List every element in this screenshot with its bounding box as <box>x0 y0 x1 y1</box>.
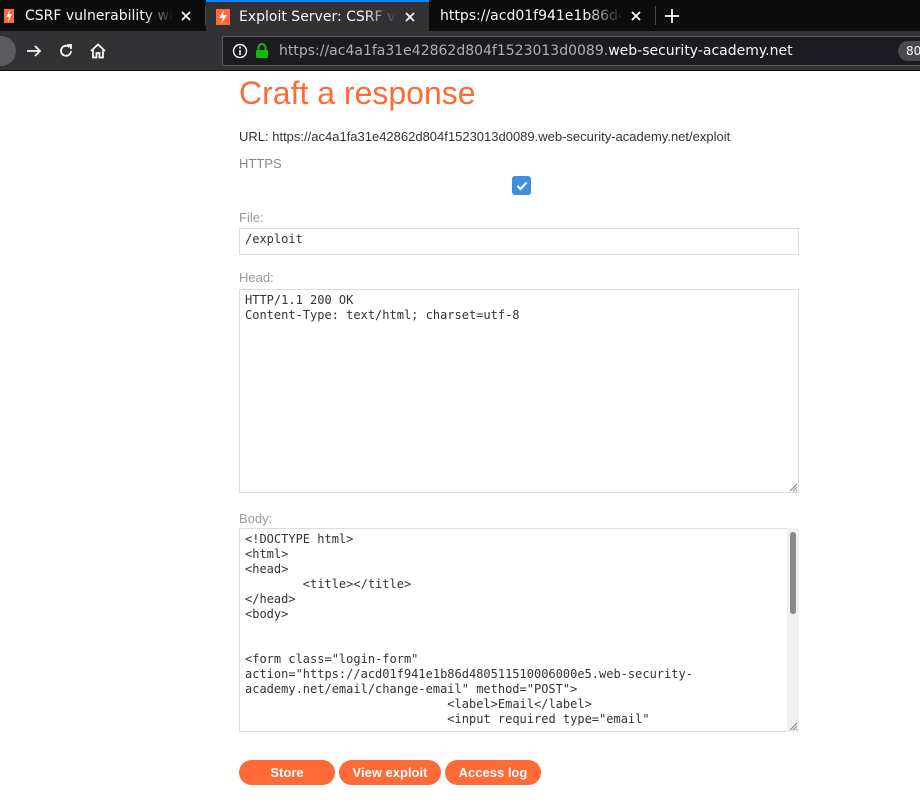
access-log-button[interactable]: Access log <box>445 760 541 785</box>
checkmark-icon <box>516 181 527 191</box>
body-scrollbar[interactable] <box>787 528 799 732</box>
plus-icon <box>665 8 679 23</box>
home-button[interactable] <box>84 37 112 65</box>
lab-favicon-icon <box>2 8 16 24</box>
forward-arrow-icon <box>27 45 42 57</box>
resize-grip-icon[interactable] <box>788 721 798 731</box>
home-icon <box>90 43 106 59</box>
tab-exploit-server[interactable]: Exploit Server: CSRF vulnerability with … <box>206 0 429 31</box>
resize-grip-icon[interactable] <box>788 482 798 492</box>
store-button[interactable]: Store <box>239 760 335 785</box>
tab-title: Exploit Server: CSRF vulnerability with … <box>239 8 397 25</box>
tab-lab-site[interactable]: https://acd01f941e1b86d480511510006000e5 <box>430 0 655 31</box>
info-icon[interactable] <box>231 43 249 59</box>
head-textarea-wrap: HTTP/1.1 200 OK Content-Type: text/html;… <box>239 289 799 493</box>
tab-bar: CSRF vulnerability with no defenses Expl… <box>0 0 920 31</box>
tab-title: https://acd01f941e1b86d480511510006000e5 <box>440 7 623 24</box>
reload-button[interactable] <box>52 37 80 65</box>
back-button[interactable] <box>0 36 16 66</box>
new-tab-button[interactable] <box>657 0 687 31</box>
scrollbar-thumb[interactable] <box>790 532 796 614</box>
body-textarea[interactable]: <!DOCTYPE html> <html> <head> <title></t… <box>239 528 799 732</box>
lab-favicon-icon <box>216 8 230 25</box>
url-text: https://ac4a1fa31e42862d804f1523013d0089… <box>279 43 793 59</box>
file-label: File: <box>239 210 264 225</box>
head-label: Head: <box>239 270 274 285</box>
body-label: Body: <box>239 511 273 526</box>
page-content: Craft a response URL: https://ac4a1fa31e… <box>0 72 920 812</box>
reload-icon <box>60 44 72 57</box>
body-textarea-wrap: <!DOCTYPE html> <html> <head> <title></t… <box>239 528 799 732</box>
lock-icon <box>256 43 268 58</box>
head-textarea[interactable]: HTTP/1.1 200 OK Content-Type: text/html;… <box>239 289 799 493</box>
tab-csrf-lab[interactable]: CSRF vulnerability with no defenses <box>0 0 205 31</box>
page-title: Craft a response <box>239 75 476 111</box>
navigation-bar: https://ac4a1fa31e42862d804f1523013d0089… <box>0 31 920 71</box>
close-icon[interactable] <box>179 9 193 23</box>
close-icon[interactable] <box>629 9 643 23</box>
https-label: HTTPS <box>239 156 282 171</box>
file-input[interactable]: /exploit <box>239 228 799 255</box>
view-exploit-button[interactable]: View exploit <box>339 760 441 785</box>
close-icon[interactable] <box>403 10 417 24</box>
https-checkbox[interactable] <box>512 176 531 195</box>
exploit-url: URL: https://ac4a1fa31e42862d804f1523013… <box>239 129 731 144</box>
address-bar[interactable]: https://ac4a1fa31e42862d804f1523013d0089… <box>222 36 920 66</box>
tab-title: CSRF vulnerability with no defenses <box>25 7 173 24</box>
zoom-level-badge[interactable]: 80% <box>898 41 920 61</box>
forward-button[interactable] <box>20 37 48 65</box>
